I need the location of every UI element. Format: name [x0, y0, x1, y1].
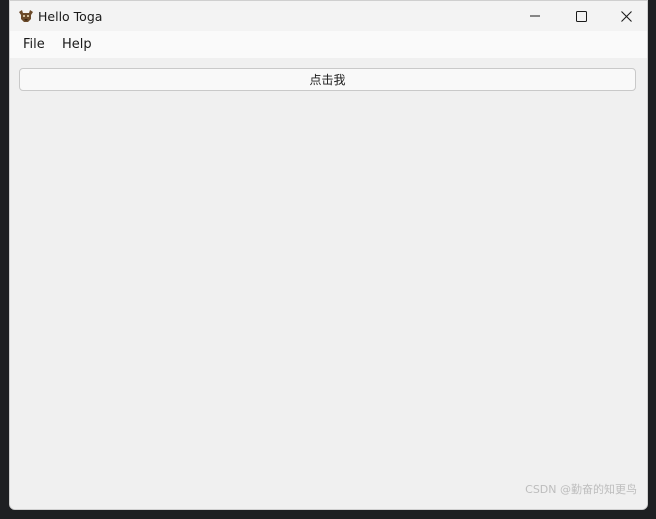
menu-help[interactable]: Help: [62, 37, 92, 52]
close-icon: [620, 10, 632, 22]
minimize-icon: [530, 15, 540, 17]
menu-bar: File Help: [10, 31, 647, 58]
maximize-button[interactable]: [558, 1, 604, 31]
maximize-icon: [575, 10, 587, 22]
title-bar[interactable]: Hello Toga: [10, 1, 647, 31]
menu-file[interactable]: File: [23, 37, 45, 52]
app-window: Hello Toga File Help 点击我 CSDN @勤奋的知更鸟: [9, 0, 648, 510]
toga-app-icon: [19, 10, 33, 22]
main-content: 点击我: [10, 58, 647, 509]
window-title: Hello Toga: [38, 9, 103, 24]
click-me-button[interactable]: 点击我: [19, 68, 636, 91]
minimize-button[interactable]: [512, 1, 558, 31]
close-button[interactable]: [603, 1, 647, 31]
watermark: CSDN @勤奋的知更鸟: [525, 483, 637, 496]
